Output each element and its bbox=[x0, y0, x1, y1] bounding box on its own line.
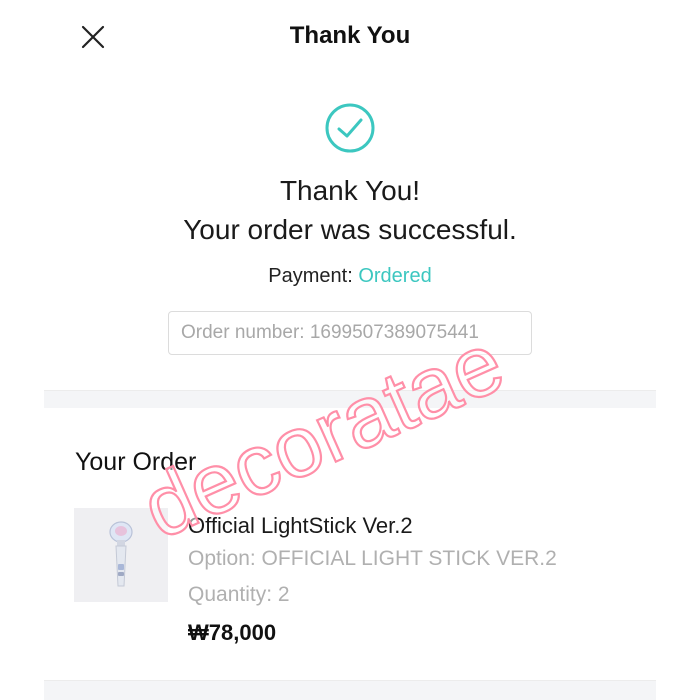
page-title: Thank You bbox=[289, 22, 411, 49]
product-name[interactable]: Official LightStick Ver.2 bbox=[188, 513, 413, 539]
section-divider bbox=[44, 390, 656, 408]
your-order-heading: Your Order bbox=[75, 448, 197, 476]
payment-status-value: Ordered bbox=[358, 265, 432, 287]
bottom-divider bbox=[44, 680, 656, 700]
payment-label: Payment: bbox=[268, 265, 353, 287]
product-quantity: Quantity: 2 bbox=[188, 583, 290, 606]
payment-status-row: Payment: Ordered bbox=[0, 265, 700, 288]
header-bar: Thank You bbox=[0, 0, 700, 72]
product-thumbnail[interactable] bbox=[74, 508, 168, 602]
product-option: Option: OFFICIAL LIGHT STICK VER.2 bbox=[188, 547, 557, 570]
order-success-message: Your order was successful. bbox=[183, 214, 517, 245]
product-price: ₩78,000 bbox=[188, 620, 277, 645]
order-number-field[interactable]: Order number: 16995073890754​41 bbox=[168, 311, 532, 355]
thank-you-heading: Thank You! bbox=[279, 175, 421, 206]
lightstick-image bbox=[74, 508, 168, 602]
check-circle-icon bbox=[325, 103, 375, 153]
